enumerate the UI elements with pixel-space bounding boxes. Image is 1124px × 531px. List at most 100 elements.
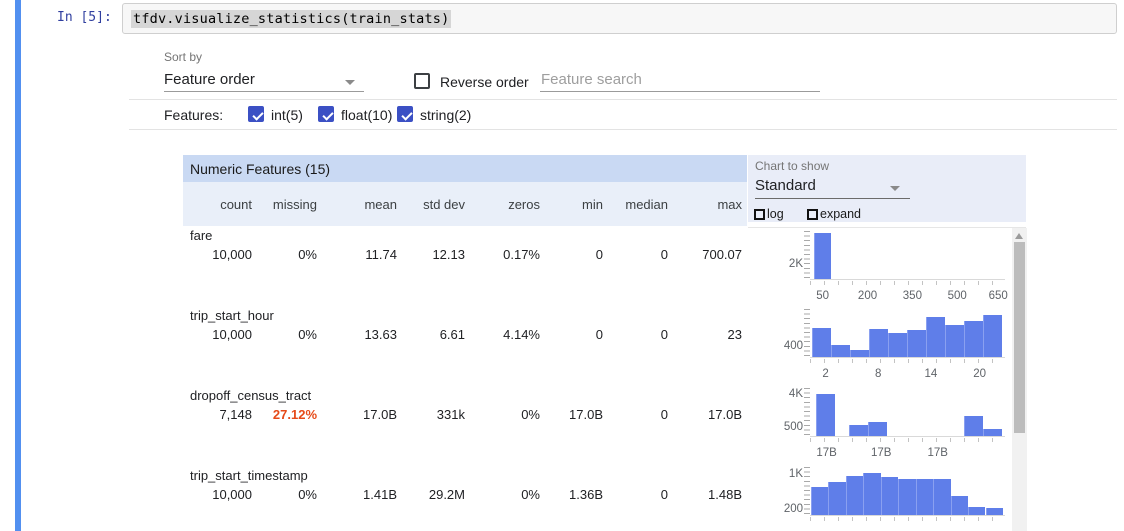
code-cell-input[interactable]: tfdv.visualize_statistics(train_stats) (122, 3, 1117, 34)
hist-bar (898, 479, 915, 515)
stat-value: 27.12% (252, 407, 317, 422)
hist-bar (907, 330, 926, 357)
reverse-order-checkbox[interactable] (414, 73, 430, 89)
hist-bar (814, 233, 832, 279)
feature-type-string-checkbox[interactable] (397, 106, 413, 122)
y-axis-tick-label: 4K (789, 388, 803, 400)
x-axis-tick-label: 14 (924, 368, 937, 380)
chart-type-underline (755, 198, 910, 199)
y-axis-tick-label: 1K (789, 468, 803, 480)
stat-value: 0 (603, 327, 668, 342)
search-input[interactable]: Feature search (541, 71, 642, 88)
histogram-scrollbar[interactable] (1012, 228, 1027, 531)
feature-row: fare10,0000%11.7412.130.17%00700.07 (183, 226, 747, 306)
x-axis-tick-label: 200 (858, 290, 877, 302)
hist-y-axis-labels: 2K (745, 230, 803, 280)
stat-value: 1.48B (668, 487, 742, 502)
stat-value: 17.0B (668, 407, 742, 422)
sort-by-label: Sort by (164, 50, 202, 64)
hist-x-axis-labels (810, 526, 1005, 531)
stat-value: 0.17% (465, 247, 540, 262)
histogram-trip-start-hour: 400 281420 (745, 308, 1027, 388)
stat-value: 0 (603, 407, 668, 422)
sort-by-dropdown[interactable]: Feature order (164, 71, 255, 88)
numeric-features-title: Numeric Features (15) (183, 155, 747, 182)
column-header: std dev (397, 197, 465, 212)
features-label: Features: (164, 107, 223, 123)
hist-y-axis-labels: 1K200 (745, 466, 803, 516)
chevron-down-icon[interactable] (890, 186, 900, 191)
cell-prompt: In [5]: (57, 10, 112, 25)
hist-bar (881, 477, 898, 515)
hist-bar (863, 473, 880, 515)
hist-plot (810, 308, 1005, 358)
stat-value: 6.61 (397, 327, 465, 342)
hist-bar (933, 479, 950, 515)
search-underline (540, 91, 820, 92)
jupyter-notebook-screen: In [5]: tfdv.visualize_statistics(train_… (0, 0, 1124, 531)
hist-bar (916, 479, 933, 515)
stat-value: 0 (603, 247, 668, 262)
x-axis-tick-label: 50 (816, 290, 829, 302)
hist-x-axis-ticks (810, 281, 1005, 285)
hist-plot (810, 387, 1005, 437)
feature-type-int-checkbox[interactable] (248, 106, 264, 122)
feature-type-int-label: int(5) (271, 107, 303, 123)
column-header: mean (317, 197, 397, 212)
x-axis-tick-label: 350 (903, 290, 922, 302)
hist-bar (968, 507, 985, 515)
stat-value: 1.41B (317, 487, 397, 502)
hist-bar (868, 422, 887, 436)
stat-value: 7,148 (183, 407, 252, 422)
stat-value: 13.63 (317, 327, 397, 342)
stat-values: 7,14827.12%17.0B331k0%17.0B017.0B (183, 407, 742, 422)
stat-value: 10,000 (183, 247, 252, 262)
log-checkbox[interactable] (754, 209, 765, 220)
hist-bar (986, 508, 1003, 515)
chart-type-dropdown[interactable]: Standard (755, 177, 816, 194)
expand-checkbox[interactable] (807, 209, 818, 220)
x-axis-tick-label: 17B (927, 447, 947, 459)
stat-value: 331k (397, 407, 465, 422)
feature-rows: fare10,0000%11.7412.130.17%00700.07trip_… (183, 226, 747, 531)
hist-x-axis-labels: 281420 (810, 368, 1005, 382)
hist-bar (850, 350, 869, 357)
hist-bar (831, 345, 850, 357)
stat-value: 17.0B (317, 407, 397, 422)
histogram-dropoff-census-tract: 4K500 17B17B17B (745, 387, 1027, 467)
scroll-up-arrow-icon[interactable] (1015, 233, 1023, 239)
sort-by-underline (164, 91, 364, 92)
chart-to-show-panel: Chart to show Standard log expand (748, 155, 1026, 222)
hist-bar (816, 394, 835, 436)
y-axis-tick-label: 400 (784, 340, 803, 352)
feature-row: trip_start_timestamp 10,0000%1.41B29.2M0%… (183, 466, 747, 531)
stat-value: 0% (252, 487, 317, 502)
stat-value: 0% (465, 487, 540, 502)
hist-x-axis-labels: 17B17B17B (810, 447, 1005, 461)
scrollbar-thumb[interactable] (1014, 242, 1025, 433)
feature-row: dropoff_census_tract7,14827.12%17.0B331k… (183, 386, 747, 466)
stat-value: 0% (252, 327, 317, 342)
feature-name: trip_start_timestamp (190, 468, 308, 483)
hist-bar (964, 321, 983, 357)
column-header: zeros (465, 197, 540, 212)
x-axis-tick-label: 20 (973, 368, 986, 380)
expand-label: expand (820, 207, 861, 221)
column-header: min (540, 197, 603, 212)
x-axis-tick-label: 17B (871, 447, 891, 459)
feature-type-float-checkbox[interactable] (318, 106, 334, 122)
feature-row: trip_start_hour10,0000%13.636.614.14%002… (183, 306, 747, 386)
chart-to-show-label: Chart to show (755, 159, 829, 173)
column-header: count (183, 197, 252, 212)
stat-values: 10,0000%1.41B29.2M0%1.36B01.48B (183, 487, 742, 502)
feature-name: trip_start_hour (190, 308, 274, 323)
stat-values: 10,0000%11.7412.130.17%00700.07 (183, 247, 742, 262)
chevron-down-icon[interactable] (345, 80, 355, 85)
log-label: log (767, 207, 784, 221)
hist-bar (945, 325, 964, 357)
hist-bar (926, 317, 945, 357)
stat-values: 10,0000%13.636.614.14%0023 (183, 327, 742, 342)
hist-bar (812, 328, 831, 357)
divider (748, 227, 1026, 228)
code-text[interactable]: tfdv.visualize_statistics(train_stats) (131, 10, 451, 28)
